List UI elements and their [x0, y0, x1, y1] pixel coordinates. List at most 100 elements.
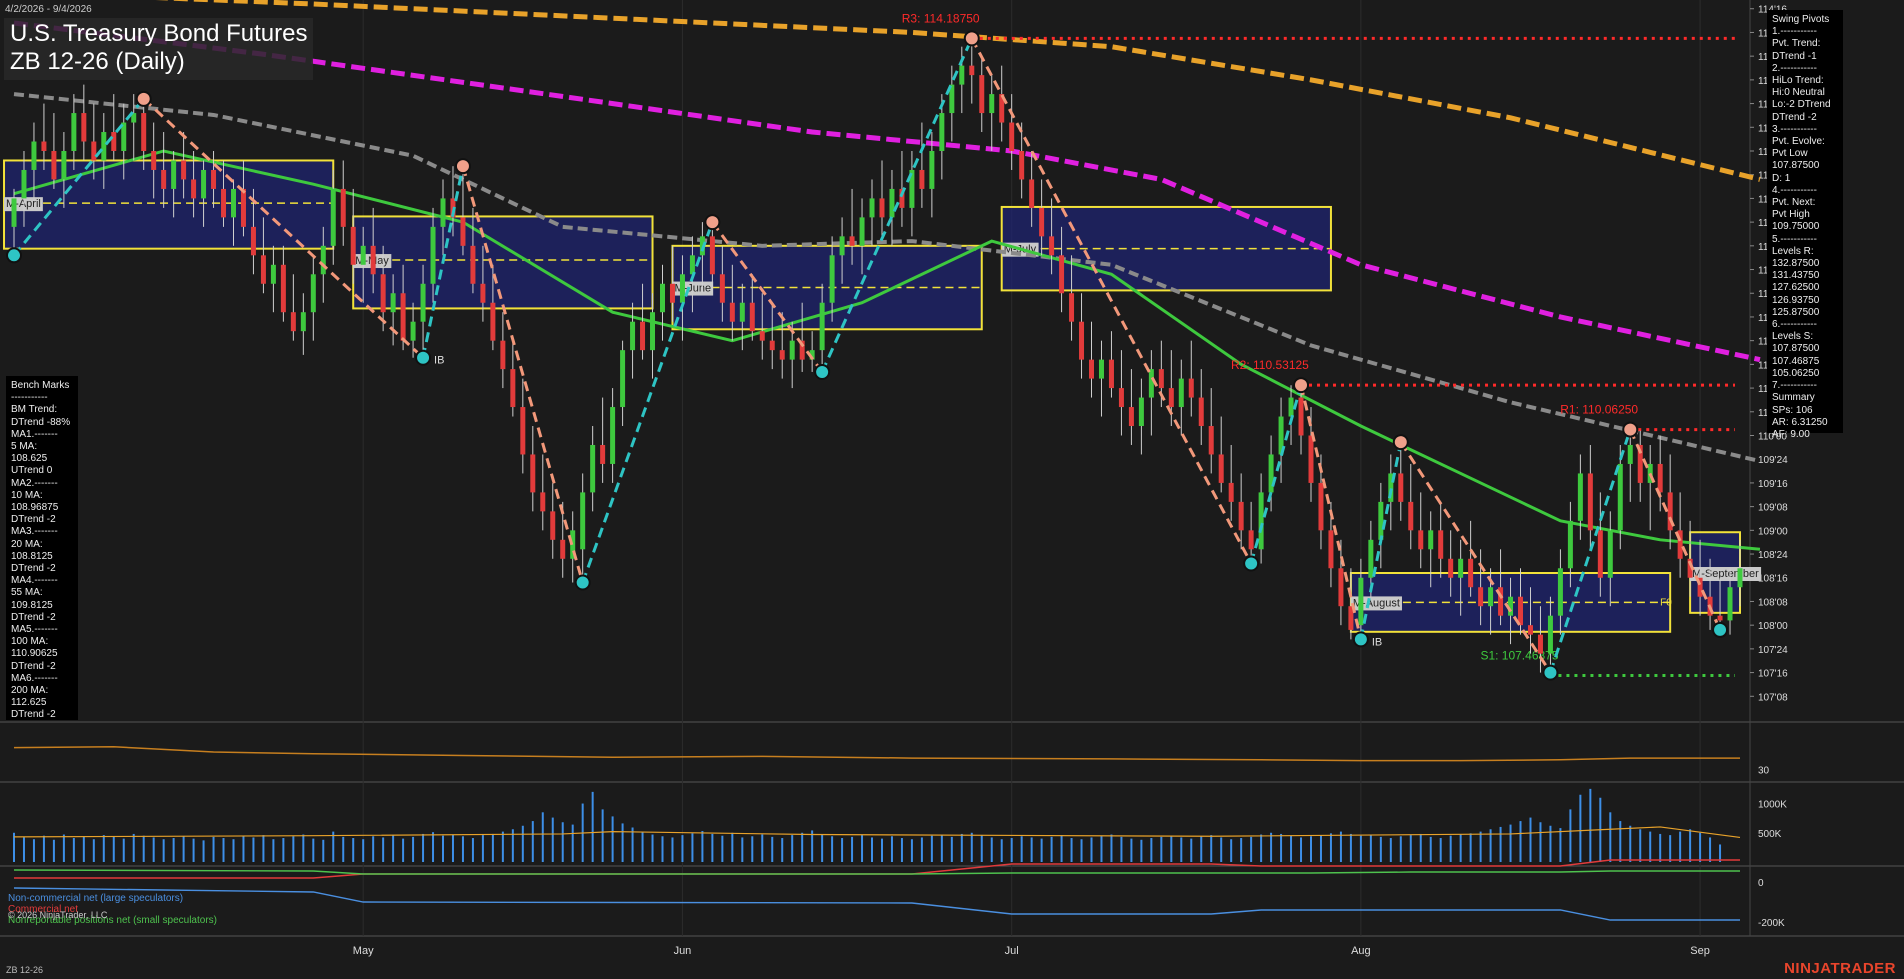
candle-body	[859, 217, 865, 246]
candle-body	[1168, 388, 1174, 408]
candle-body	[1029, 179, 1035, 208]
candle-body	[300, 312, 306, 332]
price-tick-label: 107'08	[1758, 692, 1788, 703]
candle-body	[550, 511, 556, 540]
candle-body	[1188, 378, 1194, 398]
candle-body	[141, 113, 147, 151]
cot-series-line	[14, 859, 1740, 879]
candle-body	[490, 302, 496, 341]
swing-pivots-panel: Swing Pivots 1.----------- Pvt. Trend: D…	[1767, 10, 1843, 440]
candle-body	[1238, 501, 1244, 531]
swing-low-marker	[6, 247, 22, 264]
candle-body	[460, 217, 466, 246]
candle-body	[1458, 558, 1464, 578]
candle-body	[1737, 568, 1743, 588]
oscillator-line	[13, 746, 1740, 762]
candle-body	[739, 302, 745, 322]
swing-low-marker	[1712, 621, 1729, 638]
candle-body	[1577, 473, 1583, 521]
candle-body	[1378, 501, 1384, 540]
candle-body	[1009, 122, 1015, 151]
candle-body	[969, 65, 975, 76]
candle-body	[640, 321, 646, 351]
copyright: © 2026 NinjaTrader, LLC	[8, 910, 108, 920]
price-tick-label: 109'24	[1758, 455, 1788, 466]
candle-body	[191, 179, 197, 199]
candle-body	[230, 188, 236, 218]
candle-body	[91, 141, 97, 161]
candle-body	[1627, 444, 1633, 464]
candle-body	[181, 160, 187, 180]
oscillator-tick-label: 30	[1758, 765, 1770, 776]
candle-body	[1567, 520, 1573, 569]
candle-body	[819, 302, 825, 351]
cot-series-line	[13, 887, 1740, 921]
candle-body	[1208, 426, 1214, 455]
price-tick-label: 108'08	[1758, 597, 1788, 608]
candle-body	[1537, 634, 1543, 654]
candle-body	[879, 198, 885, 218]
candle-body	[340, 188, 346, 227]
candle-body	[659, 283, 665, 313]
candle-body	[600, 444, 606, 464]
candle-body	[270, 264, 276, 284]
swing-low-marker	[1352, 631, 1369, 648]
swing-high-marker	[963, 30, 980, 47]
chart-title: U.S. Treasury Bond Futures	[10, 20, 308, 47]
candle-body	[71, 113, 77, 151]
candle-body	[470, 245, 476, 284]
candle-body	[250, 226, 256, 256]
candle-body	[51, 150, 57, 180]
candle-body	[350, 226, 356, 265]
candle-body	[510, 369, 516, 408]
candle-body	[240, 188, 246, 227]
candle-body	[689, 255, 695, 275]
level-label-f0: F0	[1660, 597, 1672, 608]
date-range: 4/2/2026 - 9/4/2026	[5, 4, 92, 15]
ninjatrader-logo: NINJATRADER	[1784, 960, 1896, 977]
candle-body	[939, 113, 945, 151]
candle-body	[1019, 150, 1025, 180]
swing-label: IB	[1372, 636, 1382, 648]
level-label: S1: 107.46875	[1480, 649, 1558, 663]
candle-body	[590, 444, 596, 493]
candle-body	[1488, 587, 1494, 607]
candle-body	[211, 169, 217, 189]
candle-body	[729, 302, 735, 322]
candle-body	[1717, 615, 1723, 621]
swing-leg	[970, 37, 1253, 565]
candle-body	[540, 492, 546, 512]
candle-body	[360, 245, 366, 265]
x-tick-label-aug: Aug	[1351, 945, 1371, 957]
candle-body	[1518, 596, 1524, 626]
candle-body	[21, 169, 27, 199]
candle-body	[829, 255, 835, 303]
volume-tick-label: 1000K	[1758, 800, 1787, 811]
candle-body	[679, 274, 685, 303]
level-label: R2: 110.53125	[1231, 358, 1309, 372]
cot-series-line	[13, 869, 1740, 875]
footer-symbol: ZB 12-26	[6, 965, 44, 975]
swing-low-marker	[814, 363, 831, 380]
candle-body	[979, 75, 985, 114]
swing-high-marker	[1622, 421, 1639, 438]
candle-body	[290, 312, 296, 332]
candle-body	[1597, 530, 1603, 578]
candle-body	[759, 331, 765, 341]
candle-body	[1089, 359, 1095, 379]
candle-body	[869, 198, 875, 218]
candle-body	[1478, 587, 1484, 607]
candle-body	[1547, 615, 1553, 654]
candle-body	[440, 198, 446, 227]
price-tick-label: 108'00	[1758, 621, 1788, 632]
candle-body	[1398, 473, 1404, 502]
chart-subtitle: ZB 12-26 (Daily)	[10, 48, 185, 75]
cot-legend-large-speculators: Non-commercial net (large speculators)	[8, 893, 184, 904]
candle-body	[1059, 255, 1065, 294]
candle-body	[310, 274, 316, 313]
candle-body	[1298, 397, 1304, 436]
candle-body	[1218, 454, 1224, 483]
candle-body	[789, 340, 795, 360]
swing-low-marker	[574, 574, 591, 591]
swing-high-marker	[1293, 377, 1310, 394]
